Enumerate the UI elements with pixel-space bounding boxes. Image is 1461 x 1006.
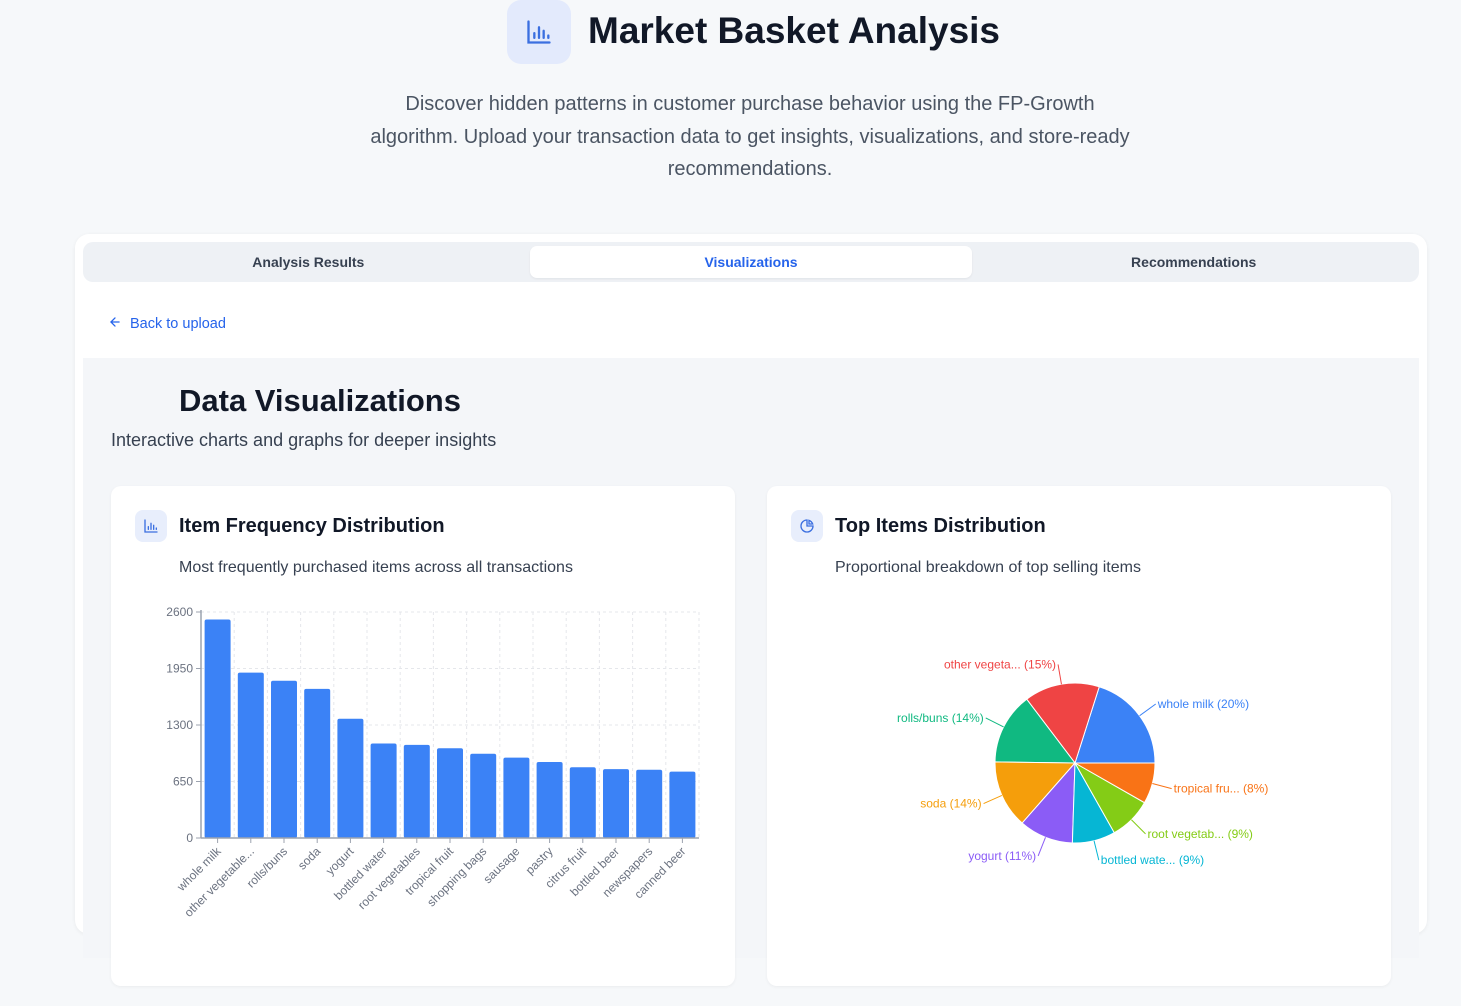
card-title: Top Items Distribution — [835, 515, 1046, 537]
slice-label: rolls/buns (14%) — [897, 711, 984, 725]
slice-label: bottled wate... (9%) — [1101, 853, 1204, 867]
bar — [503, 757, 530, 838]
bar-chart-icon — [507, 0, 571, 64]
y-tick-label: 1300 — [166, 718, 193, 732]
slice-label: whole milk (20%) — [1157, 697, 1249, 711]
label-line — [1037, 837, 1046, 857]
tab-visualizations[interactable]: Visualizations — [529, 246, 973, 278]
slice-label: yogurt (11%) — [968, 849, 1036, 863]
card-subtitle: Proportional breakdown of top selling it… — [835, 559, 1141, 576]
top-items-card: Top Items Distribution Proportional brea… — [767, 486, 1391, 986]
slice-label: tropical fru... (8%) — [1174, 782, 1269, 796]
x-tick-label: shopping bags — [424, 844, 489, 909]
slice-label: other vegeta... (15%) — [944, 657, 1056, 671]
tab-bar: Analysis Results Visualizations Recommen… — [83, 242, 1419, 282]
bar — [403, 744, 430, 838]
section-subtitle: Interactive charts and graphs for deeper… — [111, 430, 497, 450]
bar — [669, 771, 696, 838]
label-line — [983, 794, 1003, 805]
pie-chart-icon — [791, 510, 823, 542]
bar — [271, 680, 297, 838]
card-title: Item Frequency Distribution — [179, 515, 445, 537]
tab-analysis-results[interactable]: Analysis Results — [87, 246, 530, 278]
bar — [636, 769, 663, 838]
bar — [304, 688, 331, 838]
y-tick-label: 650 — [173, 775, 193, 789]
bar — [603, 769, 629, 838]
tab-recommendations[interactable]: Recommendations — [972, 246, 1415, 278]
label-line — [1139, 703, 1157, 717]
bar — [337, 718, 364, 838]
label-line — [1131, 819, 1146, 835]
label-line — [1152, 783, 1172, 790]
bar — [470, 753, 497, 838]
bar — [204, 619, 231, 838]
back-to-upload-link[interactable]: Back to upload — [108, 315, 226, 333]
visualizations-section: Data Visualizations Interactive charts a… — [83, 358, 1419, 986]
item-frequency-card: Item Frequency Distribution Most frequen… — [111, 486, 735, 986]
bar — [237, 672, 264, 838]
arrow-left-icon — [108, 315, 122, 333]
slice-label: soda (14%) — [920, 797, 981, 811]
x-tick-label: sausage — [481, 844, 523, 886]
section-title: Data Visualizations — [179, 383, 461, 418]
bar — [569, 767, 596, 838]
bar — [437, 748, 463, 838]
x-tick-label: soda — [295, 844, 324, 873]
main-panel: Analysis Results Visualizations Recommen… — [75, 234, 1427, 986]
back-label: Back to upload — [130, 316, 226, 332]
y-tick-label: 1950 — [166, 662, 193, 676]
page-title: Market Basket Analysis — [588, 10, 1001, 51]
bar — [370, 743, 397, 838]
slice-label: root vegetab... (9%) — [1148, 827, 1253, 841]
label-line — [1093, 840, 1100, 861]
y-tick-label: 2600 — [166, 605, 193, 619]
card-subtitle: Most frequently purchased items across a… — [179, 559, 573, 576]
pie-chart: whole milk (20%) other vegeta... (15%) rol… — [897, 657, 1269, 867]
bar-chart: 0650130019502600whole milkother vegetabl… — [166, 605, 700, 920]
bar — [536, 761, 563, 838]
y-tick-label: 0 — [186, 831, 193, 845]
label-line — [985, 717, 1004, 728]
page-description: Discover hidden patterns in customer pur… — [370, 93, 1130, 180]
label-line — [1057, 664, 1062, 685]
bar-chart-icon — [135, 510, 167, 542]
